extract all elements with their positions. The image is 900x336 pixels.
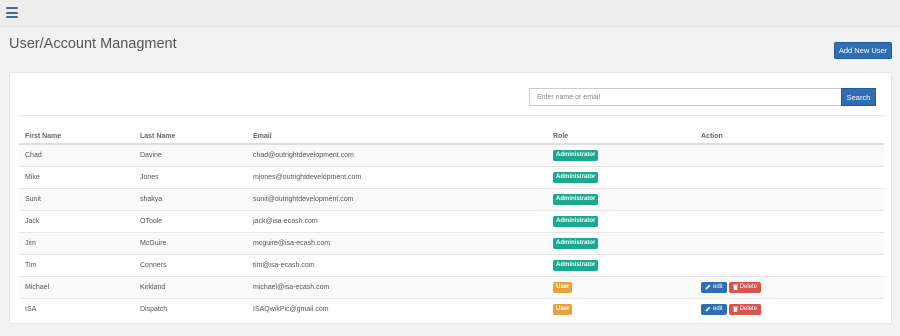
delete-label: Delete	[739, 305, 758, 312]
table-row: Mike Jones mjones@outrightdevelopment.com A…	[19, 165, 884, 188]
cell-action: edit Delete	[695, 297, 884, 320]
role-badge: Administrator	[553, 237, 599, 249]
users-table: First Name Last Name Email Role Action C…	[19, 130, 884, 320]
page-title: User/Account Managment	[9, 36, 177, 52]
cell-email: ISAQwikPic@gmail.com	[247, 297, 547, 320]
table-row: Jack OToole jack@isa-ecash.com Administrato…	[19, 209, 884, 232]
cell-last-name: Conners	[134, 253, 247, 276]
cell-last-name: Kirkland	[134, 275, 247, 298]
cell-action	[695, 231, 884, 254]
cell-action	[695, 143, 884, 166]
cell-role: Administrator	[547, 165, 695, 188]
cell-email: jack@isa-ecash.com	[247, 209, 547, 232]
trash-icon	[732, 306, 738, 313]
table-row: ISA Dispatch ISAQwikPic@gmail.com User edit D…	[19, 297, 884, 320]
table-row: Michael Kirkland michael@isa-ecash.com User…	[19, 275, 884, 298]
role-badge: Administrator	[553, 193, 599, 205]
cell-email: michael@isa-ecash.com	[247, 275, 547, 298]
edit-button[interactable]: edit	[701, 281, 727, 293]
cell-first-name: Chad	[19, 143, 134, 166]
cell-last-name: Davine	[134, 143, 247, 166]
delete-button[interactable]: Delete	[728, 303, 762, 315]
role-badge: Administrator	[553, 171, 599, 183]
edit-button[interactable]: edit	[701, 303, 727, 315]
cell-first-name: Tim	[19, 253, 134, 276]
cell-role: User	[547, 275, 695, 298]
cell-first-name: Jim	[19, 231, 134, 254]
delete-button[interactable]: Delete	[728, 281, 762, 293]
role-badge: Administrator	[553, 215, 599, 227]
table-row: Chad Davine chad@outrightdevelopment.com Ad…	[19, 143, 884, 166]
table-row: Sunit shakya sunit@outrightdevelopment.com…	[19, 187, 884, 210]
cell-email: tim@isa-ecash.com	[247, 253, 547, 276]
search-button[interactable]: Search	[841, 88, 876, 106]
cell-action	[695, 253, 884, 276]
hamburger-icon[interactable]	[6, 7, 18, 18]
role-badge: User	[553, 281, 573, 293]
column-header-last-name: Last Name	[134, 130, 247, 145]
cell-action	[695, 165, 884, 188]
cell-first-name: Michael	[19, 275, 134, 298]
cell-email: chad@outrightdevelopment.com	[247, 143, 547, 166]
cell-first-name: Sunit	[19, 187, 134, 210]
cell-last-name: McGuire	[134, 231, 247, 254]
cell-first-name: Jack	[19, 209, 134, 232]
cell-first-name: Mike	[19, 165, 134, 188]
cell-role: Administrator	[547, 231, 695, 254]
role-badge: User	[553, 303, 573, 315]
delete-label: Delete	[739, 283, 758, 290]
cell-email: mjones@outrightdevelopment.com	[247, 165, 547, 188]
cell-action	[695, 209, 884, 232]
users-panel: Search First Name Last Name Email Role A…	[9, 72, 892, 324]
cell-role: Administrator	[547, 209, 695, 232]
cell-action	[695, 187, 884, 210]
cell-last-name: Dispatch	[134, 297, 247, 320]
role-badge: Administrator	[553, 259, 599, 271]
cell-role: Administrator	[547, 143, 695, 166]
column-header-first-name: First Name	[19, 130, 134, 145]
cell-last-name: Jones	[134, 165, 247, 188]
table-row: Tim Conners tim@isa-ecash.com Administrator	[19, 253, 884, 276]
cell-first-name: ISA	[19, 297, 134, 320]
table-header-row: First Name Last Name Email Role Action	[19, 130, 884, 145]
column-header-email: Email	[247, 130, 547, 145]
pencil-icon	[705, 306, 711, 312]
search-input[interactable]	[529, 88, 842, 106]
column-header-action: Action	[695, 130, 884, 145]
edit-label: edit	[713, 283, 723, 290]
trash-icon	[732, 284, 738, 290]
cell-role: Administrator	[547, 253, 695, 276]
cell-last-name: shakya	[134, 187, 247, 210]
edit-label: edit	[713, 305, 723, 312]
cell-email: mcguire@isa-ecash.com	[247, 231, 547, 254]
pencil-icon	[705, 284, 711, 290]
table-row: Jim McGuire mcguire@isa-ecash.com Administr…	[19, 231, 884, 254]
role-badge: Administrator	[553, 149, 599, 161]
cell-action: edit Delete	[695, 275, 884, 298]
column-header-role: Role	[547, 130, 695, 145]
top-navbar	[0, 0, 900, 27]
cell-last-name: OToole	[134, 209, 247, 232]
cell-role: Administrator	[547, 187, 695, 210]
divider	[19, 115, 885, 116]
add-new-user-button[interactable]: Add New User	[834, 42, 892, 59]
cell-email: sunit@outrightdevelopment.com	[247, 187, 547, 210]
cell-role: User	[547, 297, 695, 320]
